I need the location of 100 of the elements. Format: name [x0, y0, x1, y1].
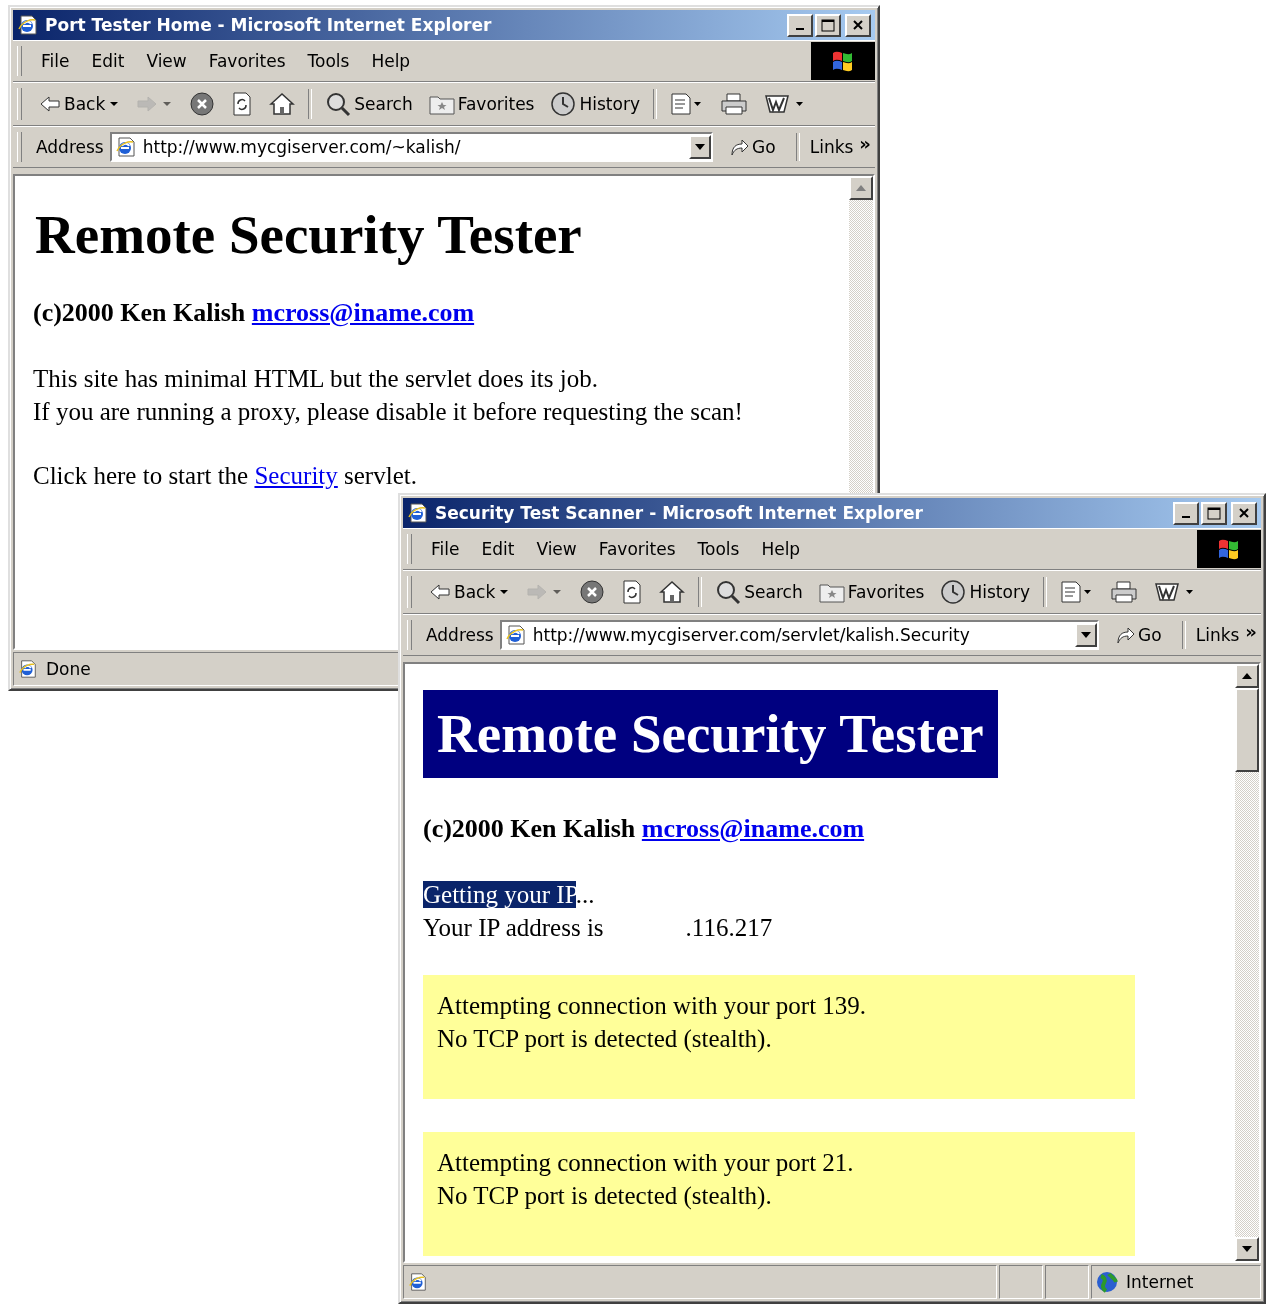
scroll-thumb[interactable]	[1235, 688, 1259, 772]
forward-arrow-icon	[526, 583, 549, 601]
links-label[interactable]: Links	[1195, 625, 1240, 645]
menu-item[interactable]: Edit	[470, 535, 526, 563]
curved-arrow-icon	[729, 137, 750, 157]
printer-icon	[1109, 580, 1138, 604]
down-triangle-icon	[1242, 1246, 1252, 1252]
scroll-down-button[interactable]	[1235, 1237, 1259, 1261]
menu-item[interactable]: Favorites	[197, 47, 297, 75]
dropdown-button[interactable]	[689, 135, 712, 159]
menu-item[interactable]: File	[420, 535, 471, 563]
stop-icon	[189, 91, 216, 117]
menu-item[interactable]: View	[135, 47, 198, 75]
mail-icon	[1059, 580, 1094, 604]
go-button[interactable]: Go	[719, 137, 786, 157]
servlet-link[interactable]: Security	[254, 462, 338, 489]
page-heading: Remote Security Tester	[35, 203, 583, 266]
refresh-icon	[621, 579, 644, 605]
ip-address: .116.217	[685, 913, 773, 943]
clock-icon	[940, 579, 967, 605]
url-text: http://www.mycgiserver.com/~kalish/	[142, 137, 462, 157]
zone-text: Internet	[1126, 1272, 1194, 1292]
copyright-line: (c)2000 Ken Kalish mcross@iname.com	[33, 297, 476, 329]
curved-arrow-icon	[1115, 625, 1136, 645]
dropdown-button[interactable]	[1075, 623, 1098, 647]
ie-page-icon	[17, 14, 39, 36]
magnifier-icon	[325, 91, 352, 117]
menu-item[interactable]: Favorites	[587, 535, 687, 563]
search-button[interactable]: Search	[708, 577, 810, 607]
email-link[interactable]: mcross@iname.com	[641, 814, 865, 843]
folder-star-icon	[428, 93, 455, 115]
ie-page-icon	[504, 624, 527, 646]
menu-item[interactable]: Help	[360, 47, 422, 75]
menu-item[interactable]: Tools	[686, 535, 751, 563]
favorites-button[interactable]: Favorites	[421, 91, 542, 117]
menu-item[interactable]: Tools	[296, 47, 361, 75]
folder-star-icon	[818, 581, 845, 603]
close-button[interactable]	[845, 13, 871, 37]
address-label: Address	[426, 625, 494, 645]
menu-item[interactable]: Help	[750, 535, 812, 563]
close-button[interactable]	[1231, 501, 1257, 525]
back-arrow-icon	[39, 95, 61, 113]
maximize-button[interactable]	[815, 13, 841, 37]
refresh-icon	[231, 91, 254, 117]
caret-icon	[161, 100, 174, 108]
status-text: Done	[46, 659, 91, 679]
maximize-button[interactable]	[1201, 501, 1227, 525]
address-field[interactable]: http://www.mycgiserver.com/servlet/kalish.Security	[499, 620, 1100, 650]
go-button[interactable]: Go	[1105, 625, 1172, 645]
ip-label: Your IP address is	[423, 913, 604, 943]
minimize-button[interactable]	[1173, 501, 1199, 525]
minimize-icon	[796, 28, 804, 30]
window-title: Port Tester Home - Microsoft Internet Explorer	[45, 15, 493, 35]
scroll-bar[interactable]	[1235, 664, 1259, 1261]
address-field[interactable]: http://www.mycgiserver.com/~kalish/	[109, 132, 714, 162]
page-banner: Remote Security Tester	[423, 690, 998, 778]
scroll-up-button[interactable]	[1235, 664, 1259, 688]
caret-icon	[498, 588, 511, 596]
caret-icon	[108, 100, 121, 108]
intro-paragraph: This site has minimal HTML but the servlet does its job. If you are running a proxy, please disable it before requesting the scan!	[33, 364, 744, 427]
home-icon	[659, 580, 686, 604]
search-button[interactable]: Search	[318, 89, 420, 119]
menu-item[interactable]: Edit	[80, 47, 136, 75]
address-label: Address	[36, 137, 104, 157]
status-pane	[1045, 1265, 1089, 1299]
links-label[interactable]: Links	[809, 137, 854, 157]
printer-icon	[719, 92, 748, 116]
mail-icon	[669, 92, 704, 116]
stop-icon	[579, 579, 606, 605]
start-sentence: Click here to start the Security servlet.	[33, 461, 418, 491]
chevron-button[interactable]: »	[859, 133, 871, 154]
port-result-panel: Attempting connection with your port 21. No TCP port is detected (stealth).	[423, 1132, 1135, 1256]
status-pane	[999, 1265, 1043, 1299]
history-button[interactable]: History	[933, 577, 1037, 607]
back-button[interactable]: Back	[32, 92, 128, 116]
ie-page-icon	[114, 136, 137, 158]
ie-page-icon	[408, 1272, 428, 1292]
clock-icon	[550, 91, 577, 117]
back-button[interactable]: Back	[422, 580, 518, 604]
chevron-button[interactable]: »	[1245, 621, 1257, 642]
favorites-button[interactable]: Favorites	[811, 579, 932, 605]
maximize-icon	[1207, 506, 1221, 520]
caret-icon	[695, 144, 706, 150]
back-arrow-icon	[429, 583, 451, 601]
maximize-icon	[821, 18, 835, 32]
menu-item[interactable]: File	[30, 47, 81, 75]
minimize-button[interactable]	[787, 13, 813, 37]
port-result-panel: Attempting connection with your port 139. No TCP port is detected (stealth).	[423, 975, 1135, 1099]
close-icon	[1238, 507, 1250, 519]
window-title: Security Test Scanner - Microsoft Internet Explorer	[435, 503, 924, 523]
close-icon	[852, 19, 864, 31]
caret-icon	[1081, 632, 1092, 638]
globe-icon	[1096, 1271, 1118, 1293]
email-link[interactable]: mcross@iname.com	[251, 298, 475, 327]
scroll-up-button[interactable]	[849, 176, 873, 200]
forward-arrow-icon	[136, 95, 159, 113]
copyright-line: (c)2000 Ken Kalish mcross@iname.com	[423, 813, 866, 845]
home-icon	[269, 92, 296, 116]
menu-item[interactable]: View	[525, 535, 588, 563]
history-button[interactable]: History	[543, 89, 647, 119]
